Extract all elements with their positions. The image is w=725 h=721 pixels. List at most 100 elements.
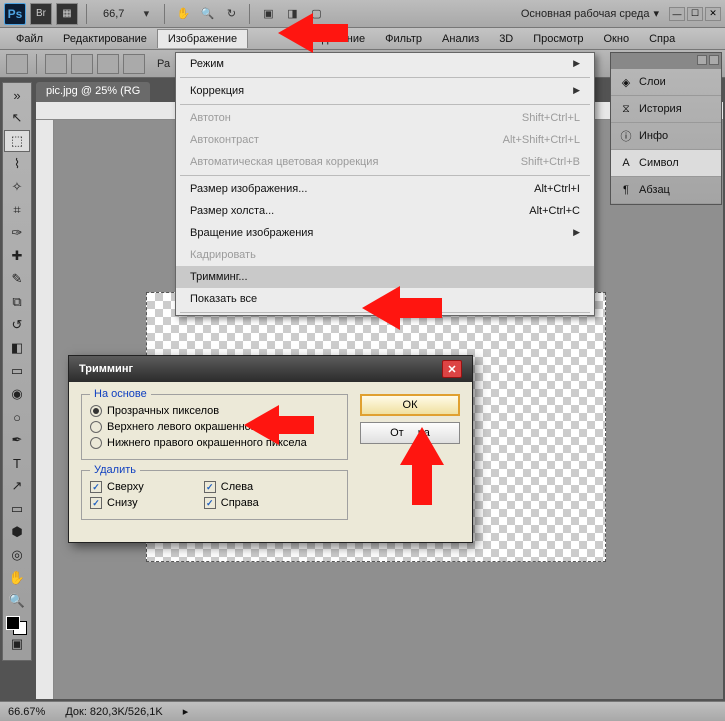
pen-tool[interactable]: ✒	[4, 429, 30, 451]
foreground-color[interactable]	[6, 616, 20, 630]
check-top[interactable]: ✓Сверху	[90, 479, 144, 495]
minimize-button[interactable]: —	[669, 7, 685, 21]
menu-crop: Кадрировать	[176, 244, 594, 266]
status-docinfo[interactable]: Док: 820,3K/526,1K	[65, 706, 162, 718]
arrow-annotation-1	[278, 8, 348, 58]
move-tool[interactable]: ↖	[4, 107, 30, 129]
history-icon: ⧖	[619, 102, 633, 116]
zoom-tool-icon[interactable]: 🔍	[197, 4, 217, 24]
blur-tool[interactable]: ◉	[4, 383, 30, 405]
dodge-tool[interactable]: ○	[4, 406, 30, 428]
menu-canvas-size[interactable]: Размер холста...Alt+Ctrl+C	[176, 200, 594, 222]
panel-character[interactable]: AСимвол	[611, 150, 721, 177]
quickmask-tool[interactable]: ▣	[4, 633, 30, 655]
eyedropper-tool[interactable]: ✑	[4, 222, 30, 244]
lasso-tool[interactable]: ⌇	[4, 153, 30, 175]
arrow-annotation-3	[244, 400, 314, 450]
arrow-annotation-4	[397, 427, 447, 505]
panel-history[interactable]: ⧖История	[611, 96, 721, 123]
checkbox-icon: ✓	[204, 481, 216, 493]
trimaway-legend: Удалить	[90, 464, 140, 476]
status-zoom[interactable]: 66.67%	[8, 706, 45, 718]
menu-window[interactable]: Окно	[594, 30, 640, 48]
checkbox-icon: ✓	[90, 481, 102, 493]
type-tool[interactable]: T	[4, 452, 30, 474]
menu-view[interactable]: Просмотр	[523, 30, 593, 48]
menu-image-size[interactable]: Размер изображения...Alt+Ctrl+I	[176, 178, 594, 200]
panel-paragraph[interactable]: ¶Абзац	[611, 177, 721, 204]
ok-button[interactable]: ОК	[360, 394, 460, 416]
zoom-tool[interactable]: 🔍	[4, 590, 30, 612]
menu-3d[interactable]: 3D	[489, 30, 523, 48]
menu-mode[interactable]: Режим	[176, 53, 594, 75]
close-button[interactable]: ✕	[705, 7, 721, 21]
menu-edit[interactable]: Редактирование	[53, 30, 157, 48]
selection-new[interactable]	[45, 54, 67, 74]
brush-tool[interactable]: ✎	[4, 268, 30, 290]
history-brush-tool[interactable]: ↺	[4, 314, 30, 336]
3d-tool[interactable]: ⬢	[4, 521, 30, 543]
panel-info[interactable]: ⓘИнфо	[611, 123, 721, 150]
check-right[interactable]: ✓Справа	[204, 495, 259, 511]
workspace-switcher[interactable]: Основная рабочая среда ▾	[521, 7, 659, 20]
arrow-annotation-2	[362, 283, 442, 333]
menu-help[interactable]: Спра	[639, 30, 685, 48]
checkbox-icon: ✓	[90, 497, 102, 509]
selection-intersect[interactable]	[123, 54, 145, 74]
menu-image-rotation[interactable]: Вращение изображения	[176, 222, 594, 244]
menu-filter[interactable]: Фильтр	[375, 30, 432, 48]
rotate-view-icon[interactable]: ↻	[221, 4, 241, 24]
eraser-tool[interactable]: ◧	[4, 337, 30, 359]
menu-image[interactable]: Изображение	[157, 29, 248, 48]
toolbox-collapse[interactable]: »	[4, 84, 30, 106]
character-icon: A	[619, 156, 633, 170]
right-panel: ◈Слои ⧖История ⓘИнфо AСимвол ¶Абзац	[610, 52, 722, 205]
checkbox-icon: ✓	[204, 497, 216, 509]
screenmode-1-icon[interactable]: ▣	[258, 4, 278, 24]
3d-camera-tool[interactable]: ◎	[4, 544, 30, 566]
options-label: Ра	[149, 58, 178, 70]
document-tab[interactable]: pic.jpg @ 25% (RG	[36, 82, 150, 102]
menu-adjustments[interactable]: Коррекция	[176, 80, 594, 102]
zoom-dropdown-icon[interactable]: ▾	[136, 4, 156, 24]
ruler-vertical	[36, 120, 54, 699]
marquee-tool[interactable]: ⬚	[4, 130, 30, 152]
dialog-close-button[interactable]: ✕	[442, 360, 462, 378]
panel-layers[interactable]: ◈Слои	[611, 69, 721, 96]
minibridge-icon[interactable]: ▦	[56, 3, 78, 25]
menu-autocontrast: АвтоконтрастAlt+Shift+Ctrl+L	[176, 129, 594, 151]
menu-analysis[interactable]: Анализ	[432, 30, 489, 48]
healing-tool[interactable]: ✚	[4, 245, 30, 267]
gradient-tool[interactable]: ▭	[4, 360, 30, 382]
chevron-right-icon[interactable]: ▸	[183, 705, 189, 718]
radio-icon	[90, 437, 102, 449]
app-icon: Ps	[4, 3, 26, 25]
wand-tool[interactable]: ✧	[4, 176, 30, 198]
zoom-level[interactable]: 66,7	[95, 8, 132, 20]
check-left[interactable]: ✓Слева	[204, 479, 259, 495]
layers-icon: ◈	[619, 75, 633, 89]
selection-add[interactable]	[71, 54, 93, 74]
shape-tool[interactable]: ▭	[4, 498, 30, 520]
tool-preset[interactable]	[6, 54, 28, 74]
path-tool[interactable]: ↗	[4, 475, 30, 497]
toolbox: » ↖ ⬚ ⌇ ✧ ⌗ ✑ ✚ ✎ ⧉ ↺ ◧ ▭ ◉ ○ ✒ T ↗ ▭ ⬢ …	[2, 82, 32, 661]
crop-tool[interactable]: ⌗	[4, 199, 30, 221]
panel-collapse-icon[interactable]	[697, 55, 707, 65]
dialog-title: Тримминг	[79, 363, 133, 375]
hand-tool[interactable]: ✋	[4, 567, 30, 589]
selection-subtract[interactable]	[97, 54, 119, 74]
hand-tool-icon[interactable]: ✋	[173, 4, 193, 24]
chevron-down-icon: ▾	[653, 7, 659, 20]
check-bottom[interactable]: ✓Снизу	[90, 495, 144, 511]
menu-file[interactable]: Файл	[6, 30, 53, 48]
trimaway-fieldset: Удалить ✓Сверху ✓Снизу ✓Слева ✓Справа	[81, 470, 348, 520]
menu-autotone: АвтотонShift+Ctrl+L	[176, 107, 594, 129]
stamp-tool[interactable]: ⧉	[4, 291, 30, 313]
color-swatches[interactable]	[6, 616, 28, 632]
panel-menu-icon[interactable]	[709, 55, 719, 65]
bridge-icon[interactable]: Br	[30, 3, 52, 25]
maximize-button[interactable]: ☐	[687, 7, 703, 21]
dialog-titlebar[interactable]: Тримминг ✕	[69, 356, 472, 382]
menu-autocolor: Автоматическая цветовая коррекцияShift+C…	[176, 151, 594, 173]
